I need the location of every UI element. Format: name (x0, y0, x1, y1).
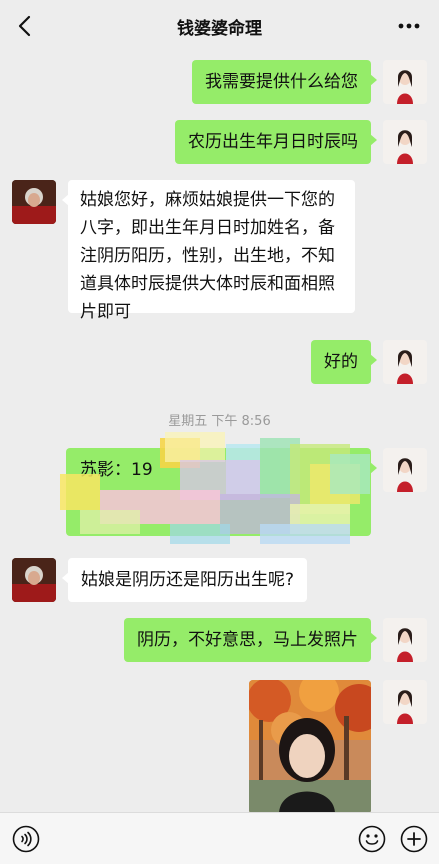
message-input-bar (0, 812, 439, 864)
message-bubble-outgoing[interactable]: 好的 (311, 340, 377, 384)
censor-scribble (60, 432, 370, 544)
emoji-icon[interactable] (358, 825, 386, 853)
message-text: 好的 (324, 352, 358, 372)
message-bubble-incoming[interactable]: 姑娘是阴历还是阳历出生呢? (61, 558, 308, 602)
message-text: 我需要提供什么给您 (205, 72, 358, 92)
message-bubble-outgoing[interactable]: 阴历，不好意思，马上发照片 (124, 618, 377, 662)
contact-avatar[interactable] (12, 180, 56, 224)
message-bubble-incoming[interactable]: 姑娘您好，麻烦姑娘提供一下您的八字，即出生年月日时加姓名，备注阴历阳历，性别，出… (62, 180, 355, 322)
chat-message-list[interactable]: 我需要提供什么给您 农历出生年月日时辰吗 姑娘您好，麻烦姑娘提供一下您的八字，即… (0, 52, 439, 812)
chat-title: 钱婆婆命理 (177, 18, 262, 39)
message-text: 姑娘是阴历还是阳历出生呢? (81, 570, 295, 590)
message-text: 姑娘您好，麻烦姑娘提供一下您的八字，即出生年月日时加姓名，备注阴历阳历，性别，出… (80, 190, 335, 322)
chat-header: 钱婆婆命理 (0, 0, 439, 52)
more-horizontal-icon[interactable] (397, 16, 421, 36)
my-avatar[interactable] (383, 60, 427, 104)
photo-thumbnail (249, 680, 371, 812)
message-text: 阴历，不好意思，马上发照片 (137, 630, 358, 650)
message-bubble-outgoing[interactable]: 农历出生年月日时辰吗 (175, 120, 377, 164)
message-text: 农历出生年月日时辰吗 (188, 132, 358, 152)
my-avatar[interactable] (383, 340, 427, 384)
contact-avatar[interactable] (12, 558, 56, 602)
voice-icon[interactable] (12, 825, 40, 853)
my-avatar[interactable] (383, 680, 427, 724)
message-bubble-outgoing[interactable]: 我需要提供什么给您 (192, 60, 377, 104)
my-avatar[interactable] (383, 120, 427, 164)
chevron-left-icon[interactable] (14, 14, 36, 38)
image-message[interactable] (249, 680, 371, 812)
plus-circle-icon[interactable] (400, 825, 428, 853)
my-avatar[interactable] (383, 448, 427, 492)
my-avatar[interactable] (383, 618, 427, 662)
